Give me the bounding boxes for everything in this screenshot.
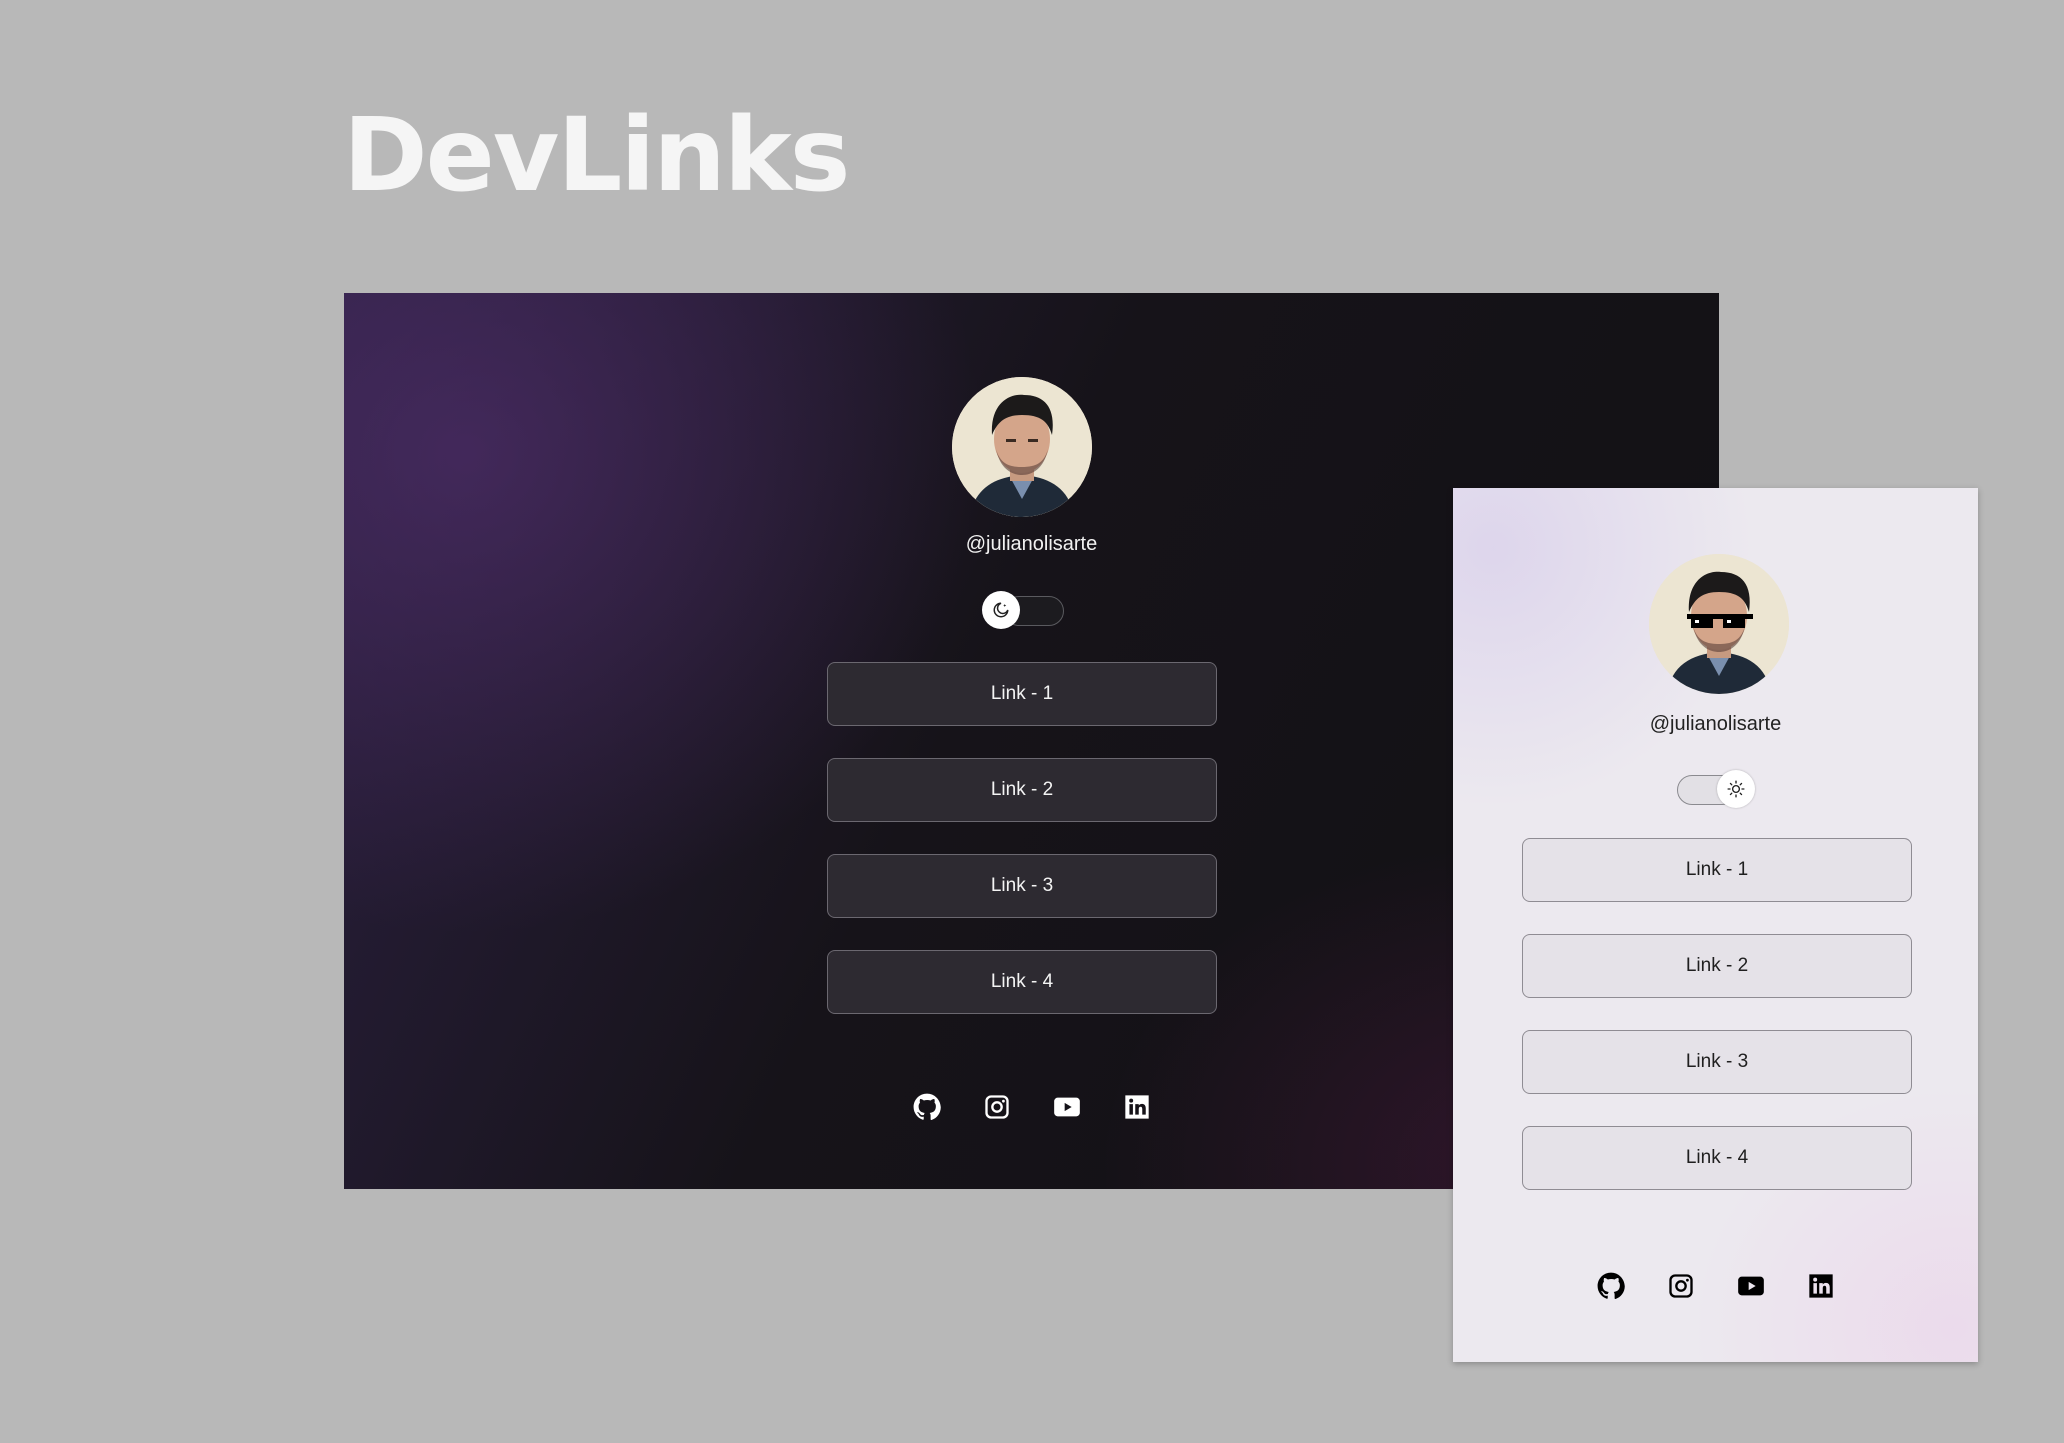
instagram-icon[interactable] (983, 1093, 1011, 1121)
theme-toggle[interactable] (1677, 770, 1759, 808)
avatar (952, 377, 1092, 517)
link-button-4[interactable]: Link - 4 (827, 950, 1217, 1014)
github-icon[interactable] (1597, 1272, 1625, 1300)
username-handle: @julianolisarte (1649, 713, 1782, 735)
link-button-3[interactable]: Link - 3 (827, 854, 1217, 918)
link-button-1[interactable]: Link - 1 (1522, 838, 1912, 902)
theme-toggle[interactable] (982, 591, 1064, 629)
link-button-4[interactable]: Link - 4 (1522, 1126, 1912, 1190)
link-button-3[interactable]: Link - 3 (1522, 1030, 1912, 1094)
github-icon[interactable] (913, 1093, 941, 1121)
social-links (1453, 1272, 1978, 1300)
link-button-1[interactable]: Link - 1 (827, 662, 1217, 726)
link-button-2[interactable]: Link - 2 (827, 758, 1217, 822)
toggle-knob[interactable] (1717, 770, 1755, 808)
light-mode-preview: @julianolisarte Link - 1 Link - 2 Link -… (1453, 488, 1978, 1362)
page-title: DevLinks (343, 96, 850, 215)
linkedin-icon[interactable] (1807, 1272, 1835, 1300)
link-list: Link - 1 Link - 2 Link - 3 Link - 4 (827, 662, 1217, 1046)
profile-photo (952, 377, 1092, 517)
moon-icon (993, 602, 1009, 618)
toggle-knob[interactable] (982, 591, 1020, 629)
youtube-icon[interactable] (1737, 1272, 1765, 1300)
avatar (1649, 554, 1789, 694)
linkedin-icon[interactable] (1123, 1093, 1151, 1121)
instagram-icon[interactable] (1667, 1272, 1695, 1300)
link-button-2[interactable]: Link - 2 (1522, 934, 1912, 998)
profile-photo-with-sunglasses (1649, 554, 1789, 694)
youtube-icon[interactable] (1053, 1093, 1081, 1121)
sun-icon (1727, 780, 1745, 798)
link-list: Link - 1 Link - 2 Link - 3 Link - 4 (1522, 838, 1912, 1222)
